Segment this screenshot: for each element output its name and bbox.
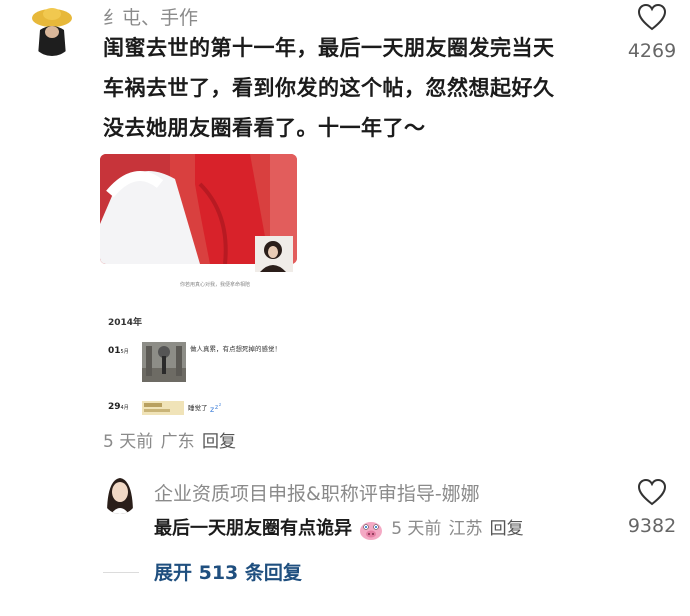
expand-divider bbox=[103, 572, 139, 573]
comment-text-line: 没去她朋友圈看看了。十一年了～ bbox=[103, 116, 426, 140]
svg-text:z: z bbox=[219, 402, 221, 407]
commenter-avatar[interactable] bbox=[30, 4, 74, 56]
reply-like-button[interactable] bbox=[637, 478, 667, 510]
like-count: 4269 bbox=[627, 40, 677, 62]
comment-meta: 5 天前 广东 回复 bbox=[103, 427, 236, 452]
entry-month: 4月 bbox=[120, 405, 129, 411]
sleep-zzz-icon: zzz bbox=[210, 402, 221, 414]
reply-row: 最后一天朋友圈有点诡异 5 天前 江苏 回复 bbox=[154, 514, 524, 541]
heart-icon bbox=[637, 3, 667, 31]
comment-text-line: 车祸去世了，看到你发的这个帖，忽然想起好久 bbox=[103, 76, 555, 100]
comment-text-line: 闺蜜去世的第十一年，最后一天朋友圈发完当天 bbox=[103, 36, 555, 60]
entry-1-text: 做人真累，有点想死掉的感觉！ bbox=[190, 345, 281, 353]
entry-day: 01 bbox=[108, 346, 121, 356]
comment-text: 闺蜜去世的第十一年，最后一天朋友圈发完当天 车祸去世了，看到你发的这个帖，忽然想… bbox=[103, 28, 613, 148]
timeline-entry-1-date: 015月 bbox=[108, 346, 129, 356]
reply-text: 最后一天朋友圈有点诡异 bbox=[154, 518, 352, 539]
reply-location: 江苏 bbox=[448, 519, 483, 539]
timeline-year: 2014年 bbox=[108, 318, 143, 328]
entry-2-label: 睡觉了 bbox=[188, 404, 208, 412]
entry-2-thumbnail bbox=[142, 401, 184, 415]
avatar-image bbox=[30, 4, 74, 56]
attached-image[interactable]: 你若用真心对我，我便拿命相陪 2014年 015月 做人真累，有点想死掉的感觉！… bbox=[100, 154, 300, 424]
comment-time: 5 天前 bbox=[103, 432, 154, 452]
svg-text:z: z bbox=[215, 404, 218, 411]
entry-1-photo bbox=[142, 342, 186, 382]
timeline-entry-2-date: 294月 bbox=[108, 402, 129, 412]
reply-author-name[interactable]: 企业资质项目申报&职称评审指导-娜娜 bbox=[154, 479, 480, 506]
entry-day: 29 bbox=[108, 402, 121, 412]
reply-time: 5 天前 bbox=[391, 519, 442, 539]
svg-text:z: z bbox=[210, 405, 214, 414]
comment-reply-button[interactable]: 回复 bbox=[202, 432, 236, 452]
reply-reply-button[interactable]: 回复 bbox=[490, 519, 524, 539]
reply-like-count: 9382 bbox=[627, 515, 677, 537]
reply-avatar[interactable] bbox=[103, 474, 137, 514]
commenter-name[interactable]: 纟屯、手作 bbox=[103, 3, 198, 30]
entry-2-text: 睡觉了 zzz bbox=[188, 402, 224, 414]
like-button[interactable] bbox=[637, 3, 667, 35]
pig-emoji-icon bbox=[360, 521, 383, 540]
cover-photo bbox=[100, 154, 297, 272]
entry-month: 5月 bbox=[120, 349, 129, 355]
heart-icon bbox=[637, 478, 667, 506]
comment-location: 广东 bbox=[160, 432, 195, 452]
expand-replies-button[interactable]: 展开 513 条回复 bbox=[154, 558, 302, 585]
avatar-image bbox=[103, 474, 137, 514]
watermark-text: 你若用真心对我，我便拿命相陪 bbox=[180, 282, 251, 288]
